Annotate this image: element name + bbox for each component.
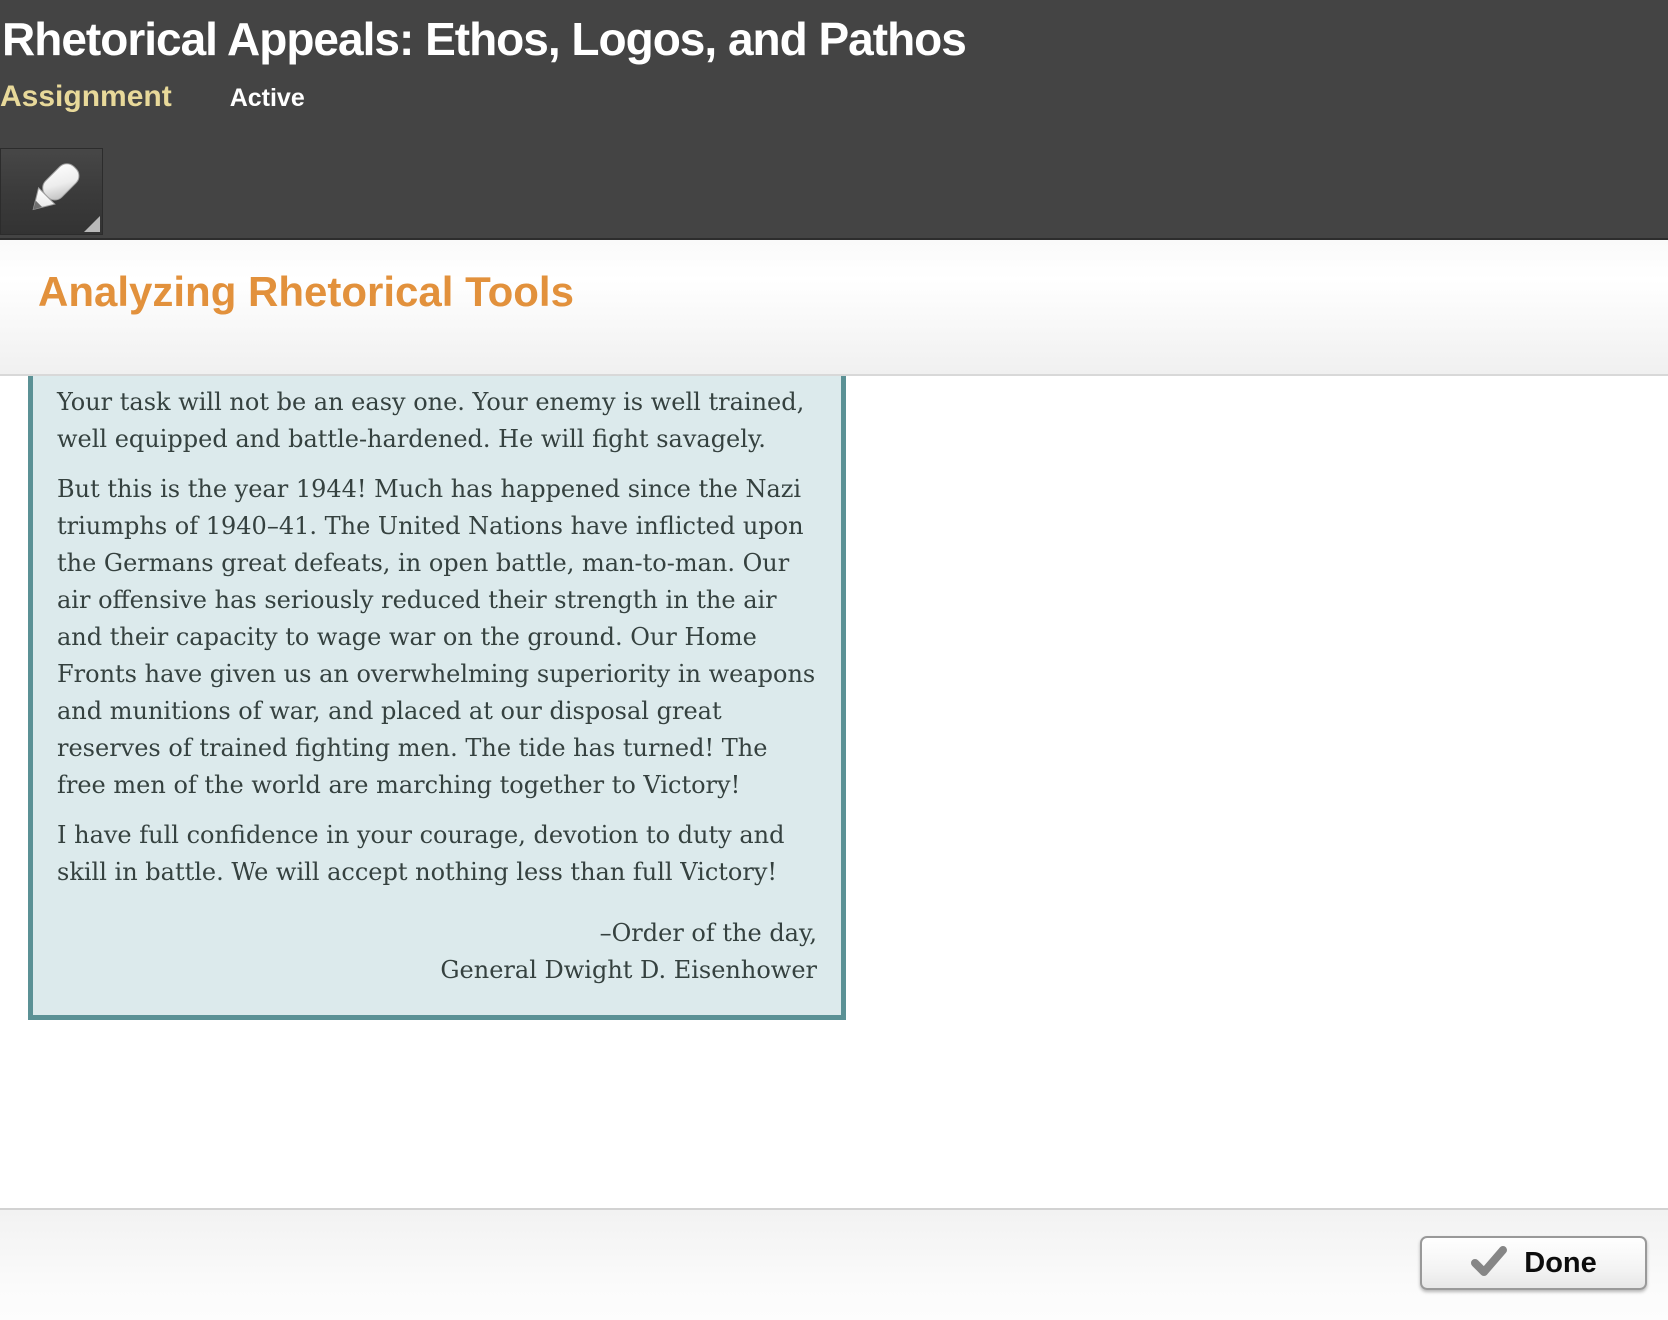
header: Rhetorical Appeals: Ethos, Logos, and Pa… bbox=[0, 0, 1668, 240]
highlighter-pen-icon bbox=[15, 153, 89, 230]
checkmark-icon bbox=[1470, 1245, 1508, 1281]
header-sub-row: Assignment Active bbox=[0, 80, 1668, 114]
page-title: Rhetorical Appeals: Ethos, Logos, and Pa… bbox=[2, 13, 967, 65]
quote-paragraph: But this is the year 1944! Much has happ… bbox=[57, 475, 816, 799]
assignment-type-label: Assignment bbox=[0, 80, 172, 113]
content-area: Your task will not be an easy one. Your … bbox=[0, 376, 1668, 1208]
done-button[interactable]: Done bbox=[1420, 1236, 1647, 1290]
quote-attribution-line: –Order of the day, bbox=[599, 919, 817, 947]
heading-band: Analyzing Rhetorical Tools bbox=[0, 240, 1668, 376]
status-badge: Active bbox=[229, 84, 305, 112]
quote-box: Your task will not be an easy one. Your … bbox=[28, 376, 846, 1020]
quote-paragraph: I have full confidence in your courage, … bbox=[57, 821, 785, 886]
footer-bar: Done bbox=[0, 1208, 1668, 1320]
done-button-label: Done bbox=[1524, 1246, 1597, 1279]
highlighter-tool-button[interactable] bbox=[0, 148, 103, 235]
quote-attribution-line: General Dwight D. Eisenhower bbox=[440, 956, 817, 984]
quote-paragraph: Your task will not be an easy one. Your … bbox=[57, 388, 805, 453]
dropdown-corner-icon bbox=[84, 216, 100, 232]
section-title: Analyzing Rhetorical Tools bbox=[38, 268, 574, 315]
